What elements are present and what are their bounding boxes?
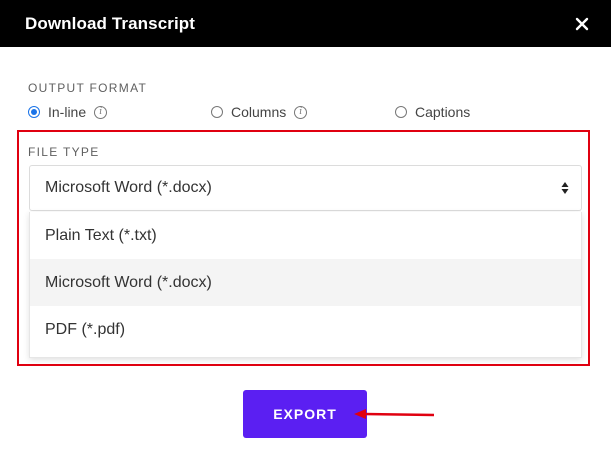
radio-captions-circle[interactable] [395,106,407,118]
radio-inline[interactable]: In-line i [28,102,108,122]
info-icon[interactable]: i [94,105,108,119]
radio-inline-circle[interactable] [28,106,40,118]
radio-captions-label: Captions [415,104,471,120]
file-type-dropdown-list: Plain Text (*.txt) Microsoft Word (*.doc… [29,212,582,358]
dialog-header: Download Transcript [0,0,611,47]
radio-columns-circle[interactable] [211,106,223,118]
output-format-radio-group: In-line i Columns i Captions [28,102,588,122]
select-arrows-icon [561,181,569,195]
radio-inline-label: In-line [48,104,87,120]
radio-columns[interactable]: Columns i [211,102,308,122]
dialog-title: Download Transcript [25,13,196,33]
annotation-arrow-icon [354,409,435,419]
option-pdf[interactable]: PDF (*.pdf) [30,306,581,353]
file-type-selected-value: Microsoft Word (*.docx) [45,179,212,196]
output-format-label: OUTPUT FORMAT [28,81,148,95]
export-button[interactable]: EXPORT [243,390,367,438]
file-type-label: FILE TYPE [28,145,100,159]
option-microsoft-word[interactable]: Microsoft Word (*.docx) [30,259,581,306]
radio-captions[interactable]: Captions [395,102,470,122]
info-icon[interactable]: i [294,105,308,119]
option-plain-text[interactable]: Plain Text (*.txt) [30,212,581,259]
close-icon[interactable] [574,16,590,32]
file-type-select[interactable]: Microsoft Word (*.docx) [29,165,582,211]
radio-columns-label: Columns [231,104,287,120]
